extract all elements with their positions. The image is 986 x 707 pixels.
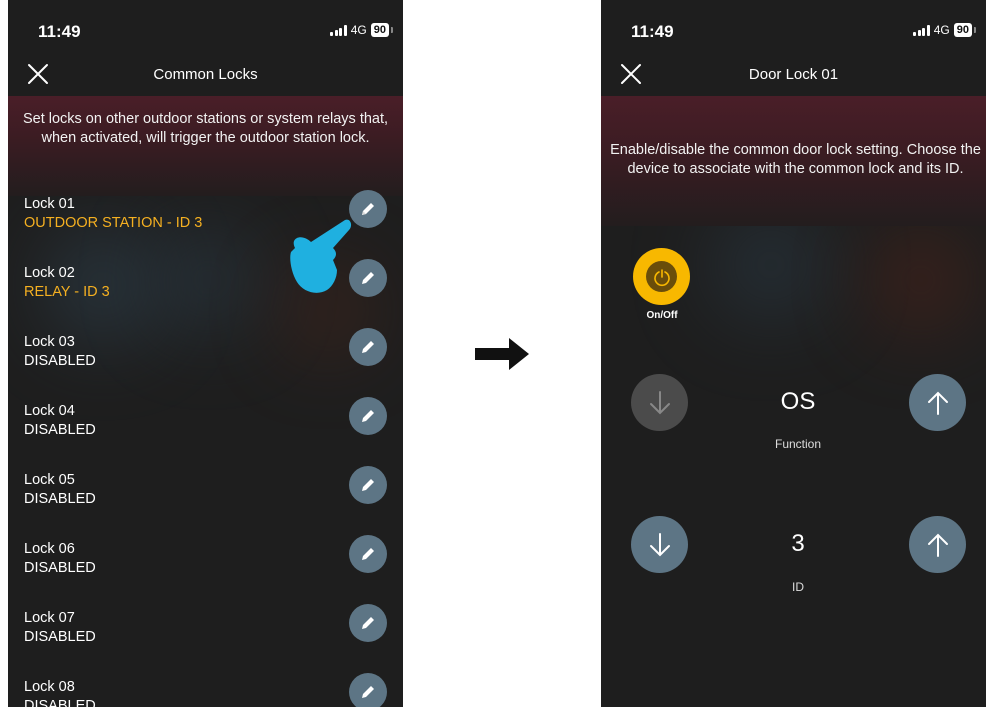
edit-button[interactable] (349, 466, 387, 504)
lock-status: DISABLED (24, 629, 96, 645)
pencil-icon (362, 479, 374, 491)
battery-icon: 90 (953, 23, 977, 37)
background-blur (871, 230, 971, 330)
lock-name: Lock 07 (24, 610, 75, 626)
lock-name: Lock 06 (24, 541, 75, 557)
pencil-icon (362, 203, 374, 215)
arrow-down-icon (649, 390, 670, 414)
page-title: Door Lock 01 (748, 66, 839, 83)
edit-button[interactable] (349, 604, 387, 642)
status-time: 11:49 (631, 22, 674, 41)
edit-button[interactable] (349, 397, 387, 435)
pencil-icon (362, 548, 374, 560)
status-bar: 11:49 4G 90 (601, 0, 986, 60)
power-icon (646, 261, 677, 292)
lock-status: RELAY - ID 3 (24, 284, 110, 300)
door-lock-screen: 11:49 4G 90 Door Lock 01 Enable/disable … (601, 0, 986, 707)
edit-button[interactable] (349, 535, 387, 573)
signal-icon (913, 24, 930, 36)
status-time: 11:49 (38, 22, 81, 41)
network-type: 4G (933, 23, 950, 37)
arrow-right-icon (475, 338, 529, 370)
lock-name: Lock 04 (24, 403, 75, 419)
function-down-button[interactable] (631, 374, 688, 431)
signal-icon (330, 24, 347, 36)
lock-list-item[interactable]: Lock 08 DISABLED (8, 673, 403, 707)
lock-name: Lock 05 (24, 472, 75, 488)
pointing-hand-icon (290, 219, 352, 293)
lock-name: Lock 01 (24, 196, 75, 212)
function-label: Function (774, 437, 822, 451)
arrow-up-icon (927, 391, 948, 415)
status-indicators: 4G 90 (913, 23, 977, 37)
lock-status: DISABLED (24, 698, 96, 707)
lock-name: Lock 02 (24, 265, 75, 281)
lock-status: DISABLED (24, 422, 96, 438)
edit-button[interactable] (349, 328, 387, 366)
page-description: Set locks on other outdoor stations or s… (22, 111, 389, 146)
function-value: OS (780, 388, 816, 415)
common-locks-screen: 11:49 4G 90 Common Locks Set locks on ot… (8, 0, 403, 707)
battery-icon: 90 (370, 23, 394, 37)
edit-button[interactable] (349, 190, 387, 228)
id-up-button[interactable] (909, 516, 966, 573)
id-down-button[interactable] (631, 516, 688, 573)
power-label: On/Off (646, 310, 678, 321)
nav-bar: Common Locks (8, 58, 403, 94)
lock-list-item[interactable]: Lock 04 DISABLED (8, 397, 403, 463)
lock-name: Lock 08 (24, 679, 75, 695)
lock-status: DISABLED (24, 491, 96, 507)
function-up-button[interactable] (909, 374, 966, 431)
power-toggle-button[interactable] (633, 248, 690, 305)
pencil-icon (362, 341, 374, 353)
status-indicators: 4G 90 (330, 23, 394, 37)
id-label: ID (792, 580, 804, 594)
lock-status: OUTDOOR STATION - ID 3 (24, 215, 203, 231)
lock-list-item[interactable]: Lock 07 DISABLED (8, 604, 403, 670)
lock-list-item[interactable]: Lock 05 DISABLED (8, 466, 403, 532)
lock-status: DISABLED (24, 353, 96, 369)
status-bar: 11:49 4G 90 (8, 0, 403, 60)
pencil-icon (362, 410, 374, 422)
nav-bar: Door Lock 01 (601, 58, 986, 94)
pencil-icon (362, 686, 374, 698)
page-title: Common Locks (153, 66, 258, 83)
network-type: 4G (350, 23, 367, 37)
edit-button[interactable] (349, 259, 387, 297)
lock-list-item[interactable]: Lock 03 DISABLED (8, 328, 403, 394)
arrow-up-icon (927, 533, 948, 557)
lock-status: DISABLED (24, 560, 96, 576)
pencil-icon (362, 272, 374, 284)
lock-list-item[interactable]: Lock 06 DISABLED (8, 535, 403, 601)
edit-button[interactable] (349, 673, 387, 707)
page-description: Enable/disable the common door lock sett… (610, 142, 981, 177)
pencil-icon (362, 617, 374, 629)
arrow-down-icon (649, 532, 670, 556)
lock-name: Lock 03 (24, 334, 75, 350)
id-value: 3 (791, 530, 805, 557)
background-blur (711, 210, 831, 320)
